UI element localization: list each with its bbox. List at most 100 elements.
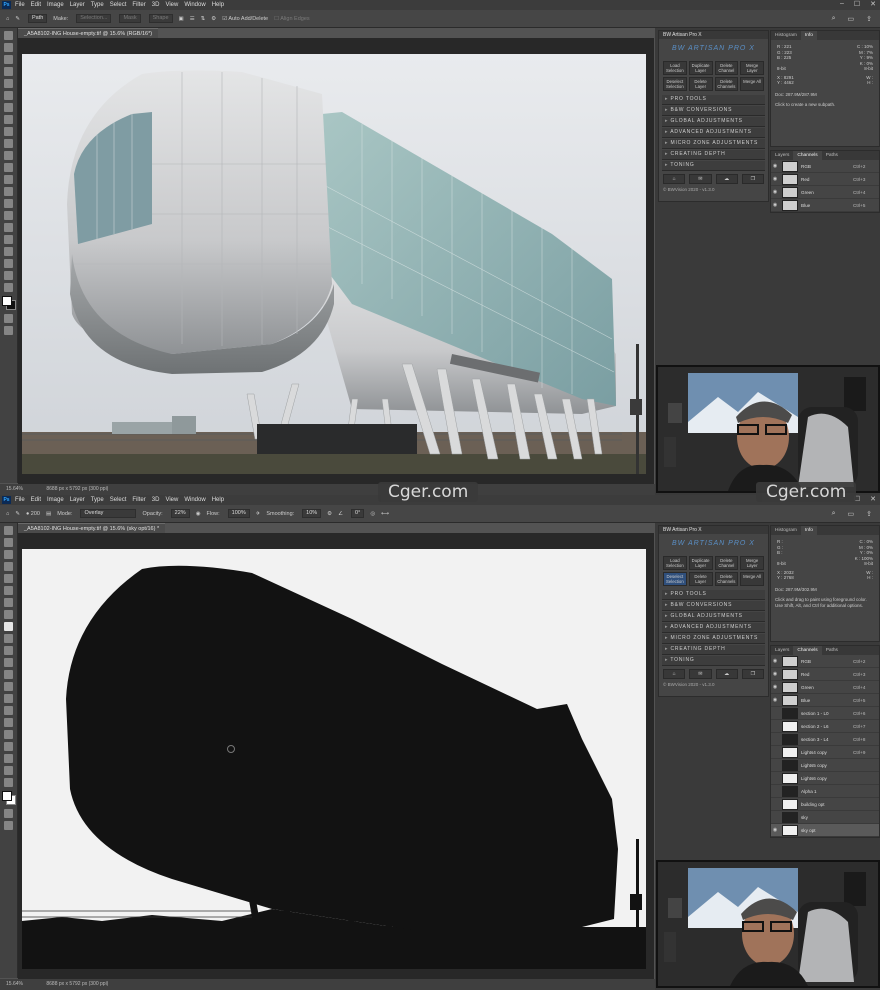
dodge-tool-icon[interactable] <box>4 694 13 703</box>
color-swatches[interactable] <box>0 790 17 806</box>
close-icon[interactable]: ✕ <box>870 0 876 8</box>
canvas-area[interactable] <box>18 533 654 979</box>
visibility-eye-icon[interactable]: ◉ <box>771 827 779 833</box>
home-icon[interactable]: ⌂ <box>663 669 686 679</box>
pressure-opacity-icon[interactable]: ◉ <box>196 511 201 517</box>
menu-image[interactable]: Image <box>47 497 64 503</box>
blur-tool-icon[interactable] <box>4 682 13 691</box>
tab-layers[interactable]: Layers <box>771 151 793 160</box>
channel-row[interactable]: section 3 - L4 Ctrl+8 <box>771 733 879 746</box>
more-tools-icon[interactable] <box>4 778 13 787</box>
settings-gear-icon[interactable]: ⚙ <box>211 16 216 22</box>
history-brush-tool-icon[interactable] <box>4 646 13 655</box>
tab-channels[interactable]: Channels <box>793 646 822 655</box>
channel-row[interactable]: ◉ Blue Ctrl+5 <box>771 199 879 212</box>
menu-help[interactable]: Help <box>212 2 224 8</box>
workspace-icon[interactable]: ▭ <box>848 510 855 518</box>
menu-edit[interactable]: Edit <box>31 497 41 503</box>
section-micro-zone-adjustments[interactable]: MICRO ZONE ADJUSTMENTS <box>662 634 765 644</box>
menu-window[interactable]: Window <box>184 497 205 503</box>
angle-icon[interactable]: ∠ <box>338 511 343 517</box>
pressure-size-icon[interactable]: ◎ <box>370 511 375 517</box>
delete-layer-button[interactable]: Delete Layer <box>688 572 713 586</box>
channel-row[interactable]: section 1 - L0 Ctrl+6 <box>771 707 879 720</box>
gradient-tool-icon[interactable] <box>4 175 13 184</box>
tool-mode-select[interactable]: Path <box>27 14 48 23</box>
more-tools-icon[interactable] <box>4 283 13 292</box>
menu-3d[interactable]: 3D <box>152 497 160 503</box>
brush-tool-icon[interactable]: ✎ <box>15 511 20 517</box>
blur-tool-icon[interactable] <box>4 187 13 196</box>
section-creating-depth[interactable]: CREATING DEPTH <box>662 645 765 655</box>
menu-3d[interactable]: 3D <box>152 2 160 8</box>
eraser-tool-icon[interactable] <box>4 658 13 667</box>
mail-icon[interactable]: ✉ <box>689 669 712 679</box>
load-selection-button[interactable]: Load Selection <box>663 61 687 75</box>
opacity-field[interactable]: 22% <box>170 509 190 518</box>
eraser-tool-icon[interactable] <box>4 163 13 172</box>
menu-view[interactable]: View <box>165 2 178 8</box>
copy-icon[interactable]: ❐ <box>741 174 764 184</box>
pen-tool-icon[interactable]: ✎ <box>15 16 20 22</box>
crop-tool-icon[interactable] <box>4 79 13 88</box>
pen-tool-icon[interactable] <box>4 706 13 715</box>
healing-brush-tool-icon[interactable] <box>4 115 13 124</box>
share-icon[interactable]: ⇪ <box>866 510 872 518</box>
flow-field[interactable]: 100% <box>227 509 250 518</box>
visibility-eye-icon[interactable]: ◉ <box>771 189 779 195</box>
tab-info[interactable]: Info <box>800 526 817 535</box>
foreground-color-swatch[interactable] <box>2 296 12 306</box>
hand-tool-icon[interactable] <box>4 754 13 763</box>
angle-field[interactable]: 0° <box>351 509 365 518</box>
frame-tool-icon[interactable] <box>4 91 13 100</box>
visibility-eye-icon[interactable]: ◉ <box>771 202 779 208</box>
marquee-tool-icon[interactable] <box>4 538 13 547</box>
lasso-tool-icon[interactable] <box>4 55 13 64</box>
screen-mode-icon[interactable] <box>4 326 13 335</box>
mail-icon[interactable]: ✉ <box>689 174 712 184</box>
channel-row[interactable]: section 2 - L6 Ctrl+7 <box>771 720 879 733</box>
search-icon[interactable]: ⌕ <box>832 510 836 518</box>
section-global-adjustments[interactable]: GLOBAL ADJUSTMENTS <box>662 612 765 622</box>
quick-selection-tool-icon[interactable] <box>4 67 13 76</box>
visibility-eye-icon[interactable]: ◉ <box>771 163 779 169</box>
section-advanced-adjustments[interactable]: ADVANCED ADJUSTMENTS <box>662 623 765 633</box>
section-pro-tools[interactable]: PRO TOOLS <box>662 590 765 600</box>
shape-tool-icon[interactable] <box>4 247 13 256</box>
section-toning[interactable]: TONING <box>662 656 765 666</box>
section-micro-zone-adjustments[interactable]: MICRO ZONE ADJUSTMENTS <box>662 139 765 149</box>
tab-histogram[interactable]: Histogram <box>771 526 801 535</box>
section-bw-conversions[interactable]: B&W CONVERSIONS <box>662 106 765 116</box>
marquee-tool-icon[interactable] <box>4 43 13 52</box>
visibility-eye-icon[interactable]: ◉ <box>771 671 779 677</box>
channel-row[interactable]: Lights6 copy <box>771 772 879 785</box>
crop-tool-icon[interactable] <box>4 574 13 583</box>
channel-row[interactable]: ◉ Red Ctrl+3 <box>771 668 879 681</box>
channel-row[interactable]: ◉ Green Ctrl+4 <box>771 681 879 694</box>
smoothing-field[interactable]: 10% <box>302 509 322 518</box>
type-tool-icon[interactable] <box>4 718 13 727</box>
airbrush-icon[interactable]: ✈ <box>256 511 261 517</box>
healing-brush-tool-icon[interactable] <box>4 610 13 619</box>
cloud-icon[interactable]: ☁ <box>715 669 738 679</box>
menu-view[interactable]: View <box>165 497 178 503</box>
close-icon[interactable]: ✕ <box>870 495 876 503</box>
shape-tool-icon[interactable] <box>4 742 13 751</box>
menu-layer[interactable]: Layer <box>70 2 85 8</box>
visibility-eye-icon[interactable]: ◉ <box>771 697 779 703</box>
channel-row[interactable]: Alpha 1 <box>771 785 879 798</box>
delete-channels-button[interactable]: Delete Channels <box>714 77 739 91</box>
menu-type[interactable]: Type <box>91 497 104 503</box>
quick-mask-icon[interactable] <box>4 314 13 323</box>
menu-file[interactable]: File <box>15 497 25 503</box>
brush-tool-icon[interactable] <box>4 127 13 136</box>
frame-tool-icon[interactable] <box>4 586 13 595</box>
menu-file[interactable]: File <box>15 2 25 8</box>
color-swatches[interactable] <box>0 295 17 311</box>
move-tool-icon[interactable] <box>4 31 13 40</box>
merge-layer-button[interactable]: Merge Layer <box>740 61 764 75</box>
path-arrangement-icon[interactable]: ⇅ <box>201 16 206 22</box>
section-bw-conversions[interactable]: B&W CONVERSIONS <box>662 601 765 611</box>
zoom-level[interactable]: 15.64% <box>6 981 23 987</box>
channel-row[interactable]: ◉ Red Ctrl+3 <box>771 173 879 186</box>
